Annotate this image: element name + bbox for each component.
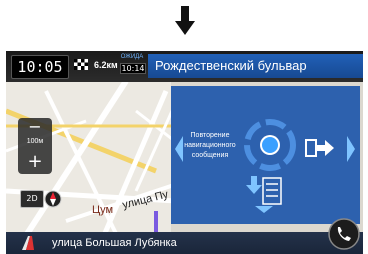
eta: ОЖИДА 10:14	[120, 54, 146, 78]
eta-time: 10:14	[120, 63, 146, 74]
compass-icon[interactable]	[44, 190, 62, 208]
flag-icon	[74, 59, 88, 70]
route-icon	[22, 236, 34, 250]
navigation-overlay-panel: Повторение навигационного сообщения	[171, 86, 360, 224]
map-scale: 100м	[26, 138, 44, 145]
navigation-screen: 10:05 6.2км ОЖИДА 10:14 Рождественский б…	[6, 51, 363, 254]
status-bar: 10:05 6.2км ОЖИДА 10:14 Рождественский б…	[6, 51, 363, 82]
view-mode-button[interactable]: 2D	[20, 190, 44, 208]
map-label-poi: Цум	[92, 204, 114, 216]
remaining-distance: 6.2км	[94, 60, 118, 70]
repeat-guidance-button[interactable]: Повторение навигационного сообщения	[180, 131, 240, 161]
zoom-in-button[interactable]: +	[18, 152, 52, 172]
phone-icon[interactable]	[328, 218, 360, 250]
exit-arrow-icon[interactable]	[305, 136, 335, 160]
next-street-banner[interactable]: Рождественский бульвар	[148, 54, 363, 78]
zoom-control: − 100м +	[18, 118, 52, 174]
eta-label: ОЖИДА	[120, 54, 144, 60]
current-street-name: улица Большая Лубянка	[52, 237, 177, 249]
joystick-icon[interactable]	[243, 118, 297, 172]
current-street-bar: улица Большая Лубянка	[6, 232, 363, 254]
zoom-out-button[interactable]: −	[18, 118, 52, 136]
clock: 10:05	[11, 55, 69, 79]
chevron-right-icon[interactable]	[347, 136, 355, 162]
down-arrow-icon	[175, 6, 195, 35]
maneuver-list-icon[interactable]	[245, 174, 283, 214]
